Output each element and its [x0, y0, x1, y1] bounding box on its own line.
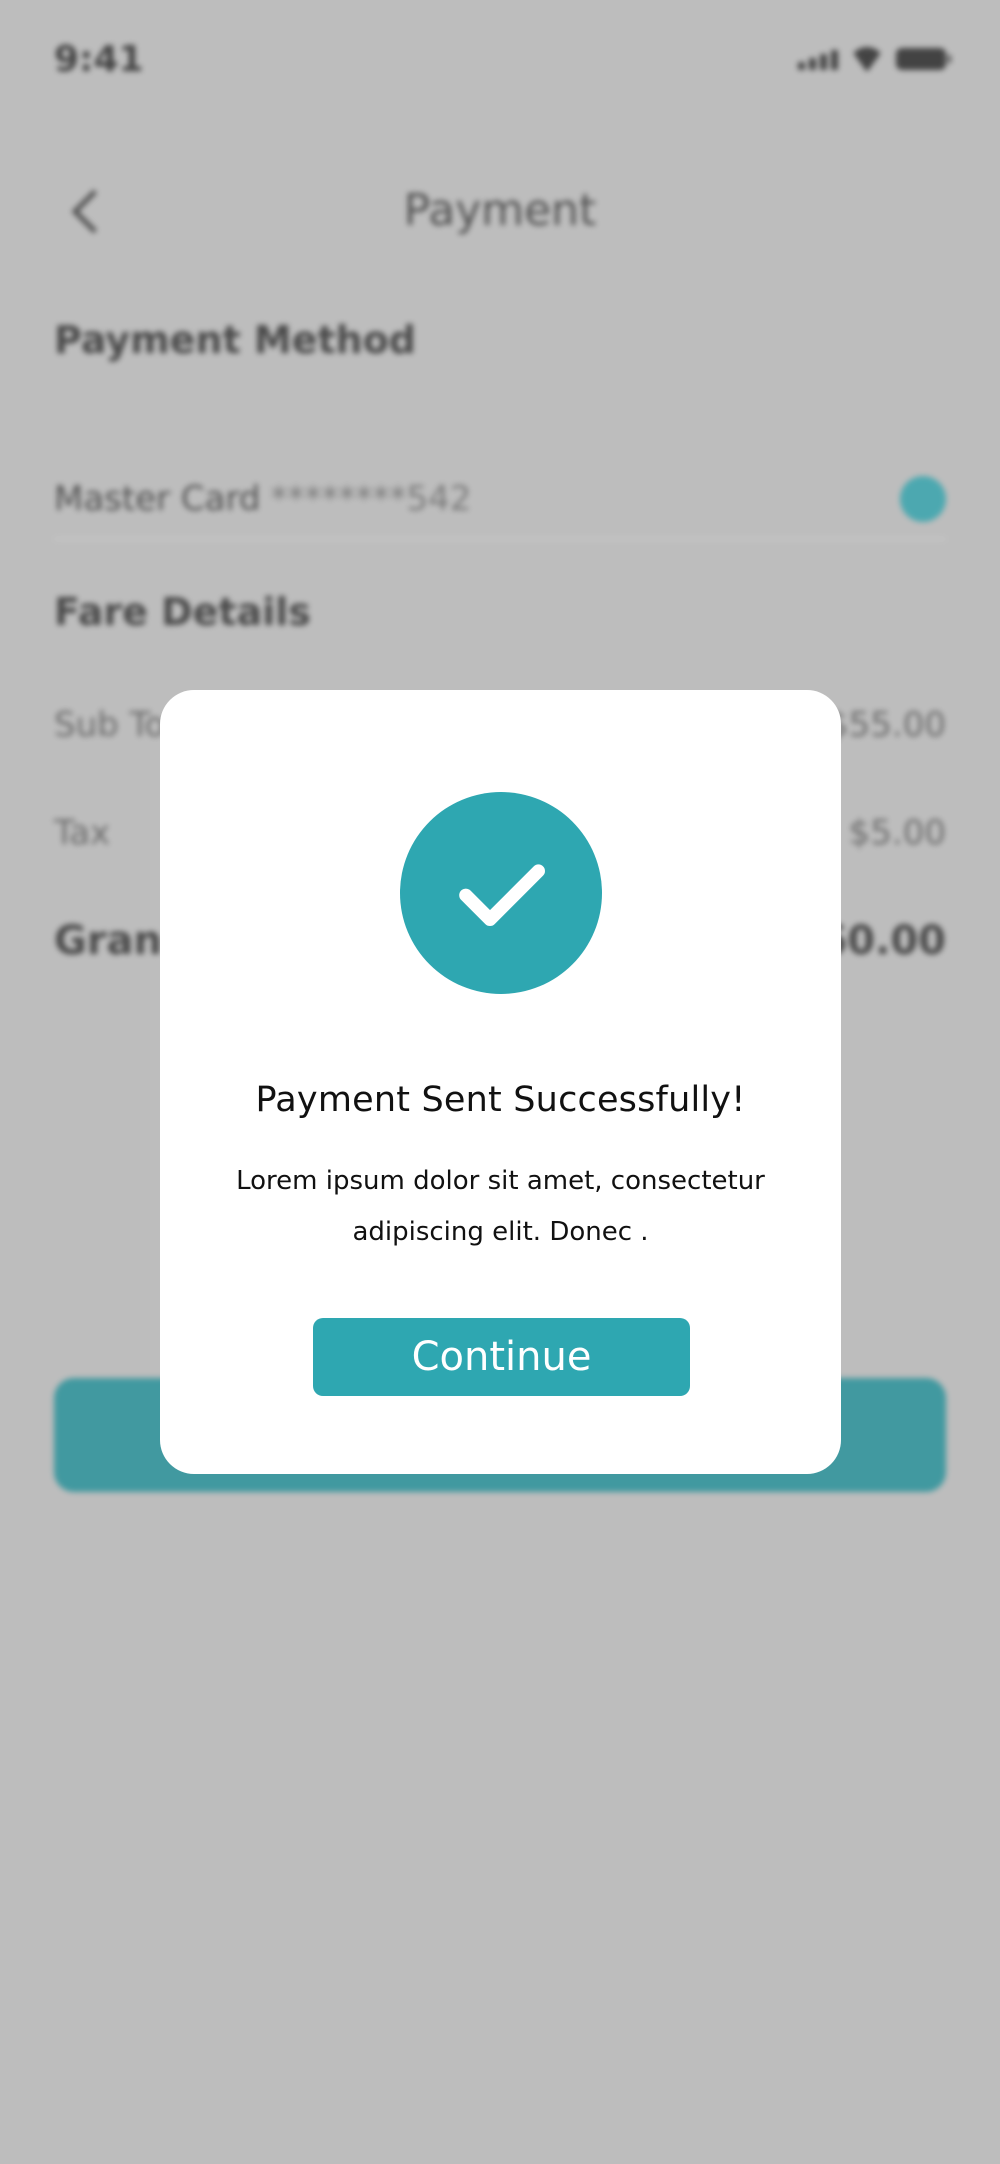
payment-method-heading: Payment Method	[54, 318, 417, 362]
modal-message-line: adipiscing elit. Donec .	[352, 1217, 649, 1247]
success-badge	[400, 792, 602, 994]
card-name: Master Card	[54, 479, 261, 519]
wifi-icon	[852, 47, 882, 71]
selected-radio-icon[interactable]	[900, 476, 946, 522]
page-title: Payment	[403, 184, 597, 236]
fare-details-heading: Fare Details	[54, 590, 311, 634]
cellular-signal-icon	[798, 48, 838, 70]
card-number: ********542	[270, 479, 472, 519]
back-chevron-icon[interactable]	[68, 188, 112, 232]
modal-title: Payment Sent Successfully!	[255, 1080, 746, 1120]
nav-bar: Payment	[0, 170, 1000, 250]
modal-message: Lorem ipsum dolor sit amet, consectetur …	[210, 1156, 791, 1258]
continue-button[interactable]: Continue	[313, 1318, 690, 1396]
card-label: Master Card ********542	[54, 479, 471, 519]
status-bar: 9:41	[54, 34, 951, 84]
status-icons	[798, 47, 951, 71]
success-modal: Payment Sent Successfully! Lorem ipsum d…	[160, 690, 841, 1474]
modal-message-line: Lorem ipsum dolor sit amet, consectetur	[236, 1166, 765, 1196]
checkmark-icon	[459, 864, 545, 926]
fare-value: $5.00	[848, 813, 946, 853]
payment-method-row[interactable]: Master Card ********542	[54, 460, 946, 540]
status-time: 9:41	[54, 38, 144, 80]
fare-value: $55.00	[827, 705, 946, 745]
battery-icon	[896, 48, 951, 70]
fare-label: Tax	[54, 813, 111, 853]
